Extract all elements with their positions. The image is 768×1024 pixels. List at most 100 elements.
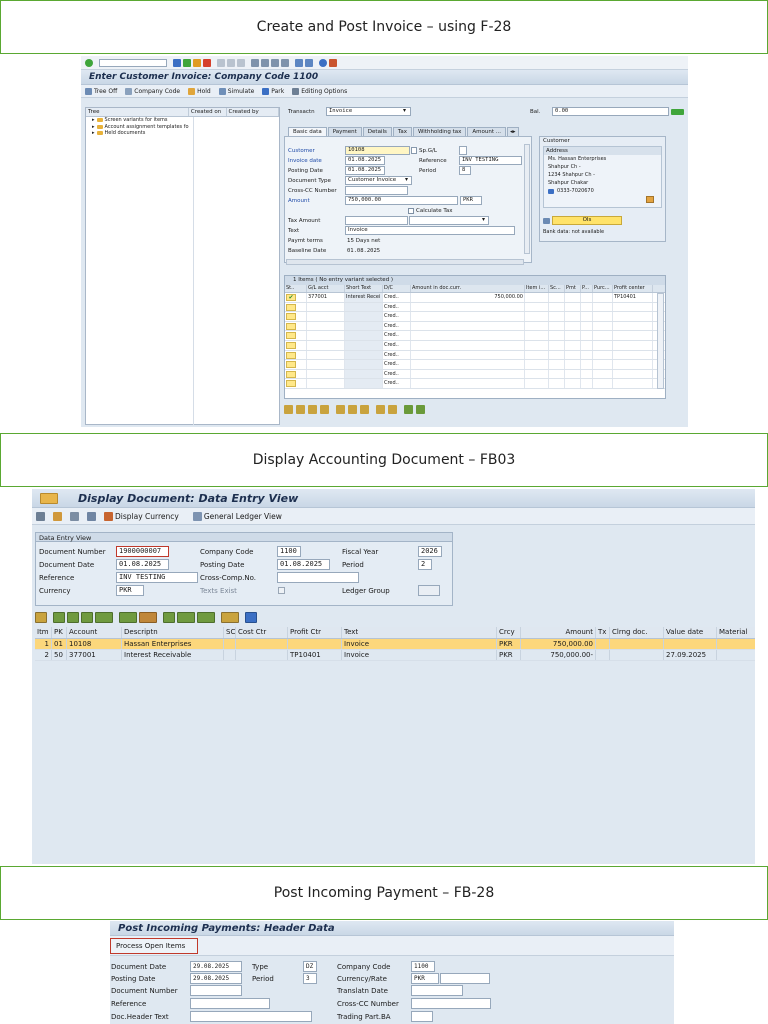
chevron-down-icon[interactable]: ▾ [403,107,406,114]
empty-cell[interactable] [581,321,593,331]
cross-cc-field[interactable] [411,998,491,1009]
empty-cell[interactable] [549,350,565,360]
empty-cell[interactable] [285,350,307,360]
reference-field[interactable] [190,998,270,1009]
empty-cell[interactable] [307,340,345,350]
empty-cell[interactable] [411,302,525,312]
col-text[interactable]: Text [342,627,497,638]
items-col-short-text[interactable]: Short Text [345,285,383,292]
customer-field[interactable]: 10108 [345,146,410,155]
empty-cell[interactable] [285,360,307,369]
other-doc-icon[interactable] [53,511,62,521]
empty-cell[interactable] [411,331,525,340]
empty-cell[interactable] [581,360,593,369]
empty-cell[interactable] [593,350,613,360]
insert-row-icon[interactable] [296,405,305,414]
table-row[interactable]: ✔ 377001 Interest Recei Cred.. 750,000.0… [285,293,665,303]
park-button[interactable]: Park [262,87,284,95]
col-value-date[interactable]: Value date [664,627,717,638]
empty-cell[interactable] [411,350,525,360]
trading-part-field[interactable] [411,1011,433,1022]
exchange-rate-field[interactable] [440,973,490,984]
list-item[interactable]: Cred.. [285,312,665,322]
col-profit-ctr[interactable]: Profit Ctr [288,627,342,638]
tree-col-tree[interactable]: Tree [86,108,189,116]
row-dc[interactable]: Cred.. [383,293,411,302]
col-sc[interactable]: SC [224,627,236,638]
tab-basic-data[interactable]: Basic data [288,127,327,136]
save-icon[interactable] [173,58,181,67]
col-crcy[interactable]: Crcy [497,627,521,638]
empty-cell[interactable] [345,369,383,379]
empty-cell[interactable] [593,340,613,350]
find-icon[interactable] [70,511,79,521]
row-dc[interactable]: Cred.. [383,350,411,360]
empty-cell[interactable] [565,360,581,369]
search-help-icon[interactable] [411,147,417,154]
row-dc[interactable]: Cred.. [383,321,411,331]
row-dc[interactable]: Cred.. [383,360,411,369]
expand-icon[interactable]: ▸ [92,117,95,123]
general-ledger-view-button[interactable]: General Ledger View [192,511,282,521]
items-col-status[interactable]: St.. [285,285,307,292]
tree-node-held-documents[interactable]: ▸ Held documents [86,130,279,137]
empty-cell[interactable] [613,360,653,369]
empty-cell[interactable] [307,302,345,312]
period-field[interactable]: 8 [459,166,471,175]
empty-cell[interactable] [307,360,345,369]
empty-cell[interactable] [565,350,581,360]
open-items-button[interactable]: OIs [552,216,622,225]
print-preview-icon[interactable] [163,612,175,623]
col-pk[interactable]: PK [52,627,67,638]
row-selector[interactable] [286,380,296,388]
hold-button[interactable]: Hold [188,87,211,95]
col-amount[interactable]: Amount [521,627,596,638]
items-col-purc[interactable]: Purc... [593,285,613,292]
empty-cell[interactable] [525,350,549,360]
cancel-icon[interactable] [203,58,211,67]
empty-cell[interactable] [307,379,345,388]
document-type-select[interactable]: Customer Invoice [345,176,412,185]
row-account[interactable]: 10108 [67,639,122,649]
currency-field[interactable]: PKR [460,196,482,205]
empty-cell[interactable] [593,321,613,331]
list-item[interactable]: Cred.. [285,369,665,380]
empty-cell[interactable] [613,340,653,350]
empty-cell[interactable] [581,331,593,340]
tab-payment[interactable]: Payment [327,127,362,136]
filter-icon[interactable] [416,405,425,414]
empty-cell[interactable] [307,321,345,331]
layout-icon[interactable] [329,58,337,67]
empty-cell[interactable] [581,379,593,388]
col-material[interactable]: Material [717,627,755,638]
find-next-icon[interactable] [237,58,245,67]
first-page-icon[interactable] [251,58,259,67]
empty-cell[interactable] [565,379,581,388]
transactn-select[interactable]: Invoice [326,107,411,116]
tab-tax[interactable]: Tax [392,127,412,136]
empty-cell[interactable] [593,331,613,340]
change-icon[interactable] [36,511,45,521]
chevron-down-icon[interactable]: ▾ [482,216,485,223]
print-icon[interactable] [217,58,225,67]
empty-cell[interactable] [593,302,613,312]
grid-vertical-scrollbar[interactable] [657,293,664,389]
empty-cell[interactable] [565,312,581,321]
empty-cell[interactable] [549,331,565,340]
row-selector[interactable] [286,361,296,369]
empty-cell[interactable] [411,369,525,379]
cross-cc-field[interactable] [345,186,408,195]
row-selector[interactable] [286,322,296,330]
row-p[interactable] [581,293,593,302]
empty-cell[interactable] [565,340,581,350]
col-descriptn[interactable]: Descriptn [122,627,224,638]
company-code-field[interactable]: 1100 [411,961,435,972]
empty-cell[interactable] [345,312,383,321]
col-cost-ctr[interactable]: Cost Ctr [236,627,288,638]
col-itm[interactable]: Itm [35,627,52,638]
sum-icon[interactable] [119,612,137,623]
paste-icon[interactable] [348,405,357,414]
empty-cell[interactable] [613,321,653,331]
spgl-field[interactable] [459,146,467,155]
col-account[interactable]: Account [67,627,122,638]
